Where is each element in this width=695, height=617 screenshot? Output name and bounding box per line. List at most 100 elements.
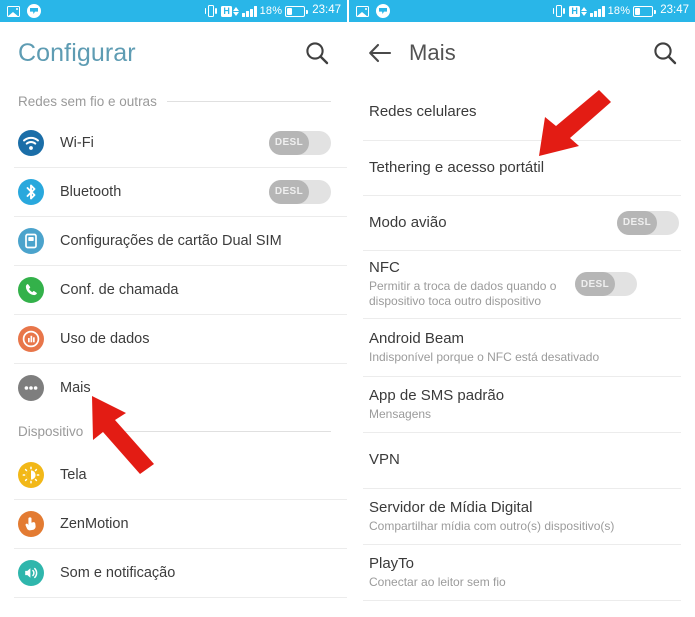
back-arrow-icon[interactable] <box>367 40 393 66</box>
list-item-text: NFC Permitir a troca de dados quando o d… <box>369 259 575 309</box>
list-item-vpn[interactable]: VPN <box>349 432 695 488</box>
list-item-title: Tethering e acesso portátil <box>369 158 545 176</box>
divider <box>363 376 681 377</box>
divider <box>363 195 681 196</box>
messenger-icon <box>27 4 41 18</box>
list-item-text: Mais <box>60 379 331 397</box>
list-item-text: Tela <box>60 466 331 484</box>
list-item-subtitle: Mensagens <box>369 406 432 421</box>
list-bottom-divider-row <box>0 597 347 605</box>
messenger-icon <box>376 4 390 18</box>
list-item-tela[interactable]: Tela <box>0 450 347 499</box>
toggle-knob: DESL <box>269 179 309 204</box>
list-item-call-settings[interactable]: Conf. de chamada <box>0 265 347 314</box>
wifi-toggle[interactable]: DESL <box>269 130 331 155</box>
battery-icon <box>285 5 308 17</box>
list-item-text: Android Beam Indisponível porque o NFC e… <box>369 330 679 365</box>
list-item-nfc[interactable]: NFC Permitir a troca de dados quando o d… <box>349 250 695 318</box>
list-bottom-divider-row <box>349 600 695 608</box>
list-item-title: Som e notificação <box>60 564 176 581</box>
divider <box>363 250 681 251</box>
divider <box>14 314 347 315</box>
divider <box>363 318 681 319</box>
section-header-wireless: Redes sem fio e outras <box>0 84 347 118</box>
clock-right: 23:47 <box>660 4 689 17</box>
list-item-title: Conf. de chamada <box>60 281 179 298</box>
list-item-zenmotion[interactable]: ZenMotion <box>0 499 347 548</box>
list-item-playto[interactable]: PlayTo Conectar ao leitor sem fio <box>349 544 695 600</box>
status-bar-system-icons: H 18% 23:47 <box>551 4 689 18</box>
status-bar-notification-icons <box>356 4 390 18</box>
bluetooth-toggle[interactable]: DESL <box>269 179 331 204</box>
more-dots-icon <box>18 374 44 401</box>
vibrate-icon <box>551 4 566 18</box>
signal-bars-icon <box>590 5 605 17</box>
list-item-title: VPN <box>369 451 400 468</box>
list-item-text: Tethering e acesso portátil <box>369 159 679 177</box>
hand-tap-icon <box>18 510 44 537</box>
search-icon[interactable] <box>651 39 679 67</box>
list-item-title: App de SMS padrão <box>369 386 505 404</box>
list-item-title: Tela <box>60 466 87 483</box>
left-settings-list: Redes sem fio e outras Wi-Fi DESL Blueto… <box>0 84 347 605</box>
list-item-title: Configurações de cartão Dual SIM <box>60 232 282 249</box>
divider <box>14 265 347 266</box>
search-icon[interactable] <box>303 39 331 67</box>
list-item-mais[interactable]: Mais <box>0 363 347 412</box>
list-item-text: PlayTo Conectar ao leitor sem fio <box>369 555 679 590</box>
section-header-rule <box>93 430 331 432</box>
list-item-som-notificacao[interactable]: Som e notificação <box>0 548 347 597</box>
wifi-icon <box>18 129 44 156</box>
divider <box>14 363 347 364</box>
list-item-wifi[interactable]: Wi-Fi DESL <box>0 118 347 167</box>
list-item-sms-app[interactable]: App de SMS padrão Mensagens <box>349 376 695 432</box>
list-item-title: Redes celulares <box>369 103 477 120</box>
section-header-device: Dispositivo <box>0 412 347 450</box>
hspa-h-icon: H <box>569 5 588 17</box>
list-item-text: Conf. de chamada <box>60 281 331 299</box>
list-item-title: NFC <box>369 259 400 276</box>
brightness-icon <box>18 461 44 488</box>
hspa-h-icon: H <box>221 5 240 17</box>
airplane-mode-toggle[interactable]: DESL <box>617 210 679 235</box>
divider <box>14 167 347 168</box>
list-item-data-usage[interactable]: Uso de dados <box>0 314 347 363</box>
list-item-bluetooth[interactable]: Bluetooth DESL <box>0 167 347 216</box>
nfc-toggle[interactable]: DESL <box>575 272 637 296</box>
list-item-text: Wi-Fi <box>60 134 269 152</box>
dual-screenshot-container: H 18% 23:47 Configurar Redes sem fio e o… <box>0 0 695 617</box>
sound-icon <box>18 559 44 586</box>
list-item-modo-aviao[interactable]: Modo avião DESL <box>349 195 695 250</box>
list-item-subtitle: Permitir a troca de dados quando o dispo… <box>369 279 557 308</box>
clock-left: 23:47 <box>312 4 341 17</box>
divider <box>363 544 681 545</box>
toggle-knob: DESL <box>617 210 657 235</box>
list-item-tethering[interactable]: Tethering e acesso portátil <box>349 140 695 195</box>
list-item-dual-sim[interactable]: Configurações de cartão Dual SIM <box>0 216 347 265</box>
right-phone-screen: H 18% 23:47 Mais Redes celulares Tetheri… <box>349 0 695 617</box>
toggle-knob: DESL <box>269 130 309 155</box>
list-item-text: Bluetooth <box>60 183 269 201</box>
list-item-text: Configurações de cartão Dual SIM <box>60 232 331 250</box>
list-item-subtitle: Conectar ao leitor sem fio <box>369 574 506 589</box>
toggle-label: DESL <box>622 217 652 228</box>
list-item-text: Modo avião <box>369 214 617 232</box>
list-item-title: Servidor de Mídia Digital <box>369 498 533 516</box>
divider <box>14 597 347 598</box>
right-settings-list: Redes celulares Tethering e acesso portá… <box>349 84 695 608</box>
list-item-text: Redes celulares <box>369 103 679 121</box>
list-item-title: Mais <box>60 379 91 396</box>
section-header-label: Dispositivo <box>18 423 84 439</box>
divider <box>363 488 681 489</box>
list-item-redes-celulares[interactable]: Redes celulares <box>349 84 695 140</box>
page-title-mais: Mais <box>409 40 456 65</box>
divider <box>363 600 681 601</box>
divider <box>14 216 347 217</box>
list-item-title: Uso de dados <box>60 330 150 347</box>
list-item-media-server[interactable]: Servidor de Mídia Digital Compartilhar m… <box>349 488 695 544</box>
list-item-text: VPN <box>369 451 679 469</box>
battery-percent-left: 18% <box>259 4 283 17</box>
list-item-text: App de SMS padrão Mensagens <box>369 387 679 422</box>
vibrate-icon <box>203 4 218 18</box>
left-app-bar: Configurar <box>0 22 347 84</box>
